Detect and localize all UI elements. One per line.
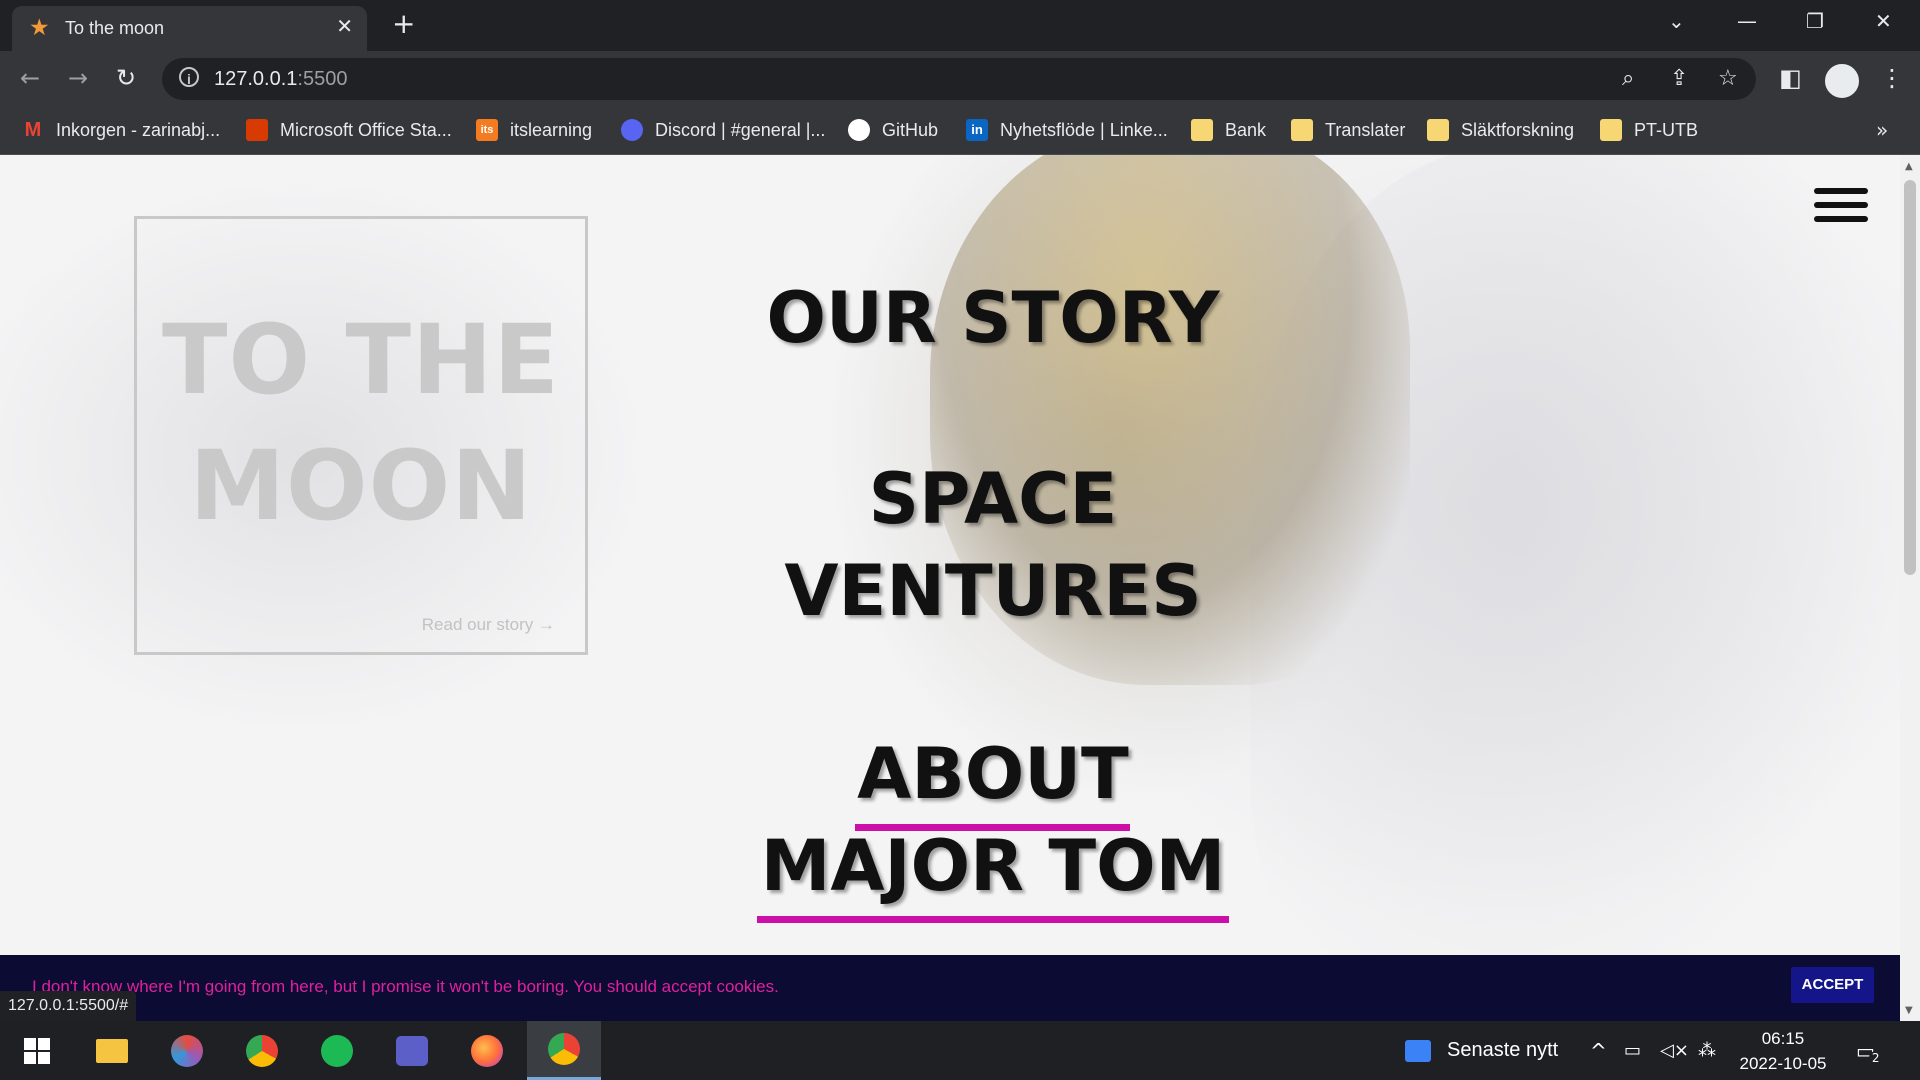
folder-icon (1191, 119, 1213, 141)
bookmark-item[interactable]: its itslearning (476, 116, 592, 144)
read-story-link[interactable]: Read our story → (422, 615, 555, 635)
chevron-up-icon[interactable]: ^ (1590, 1021, 1607, 1080)
itslearning-icon: its (476, 119, 498, 141)
taskbar-chrome[interactable] (225, 1021, 299, 1080)
scroll-down-icon[interactable]: ▼ (1905, 1005, 1913, 1016)
more-menu-icon[interactable]: ⋮ (1880, 64, 1904, 92)
nav-about-major-tom[interactable]: ABOUT MAJOR TOM (700, 728, 1286, 912)
close-window-icon[interactable]: ✕ (1875, 9, 1892, 33)
windows-logo-icon (24, 1037, 50, 1064)
minimize-icon[interactable]: — (1737, 9, 1757, 33)
news-icon (1405, 1039, 1431, 1062)
folder-icon (1291, 119, 1313, 141)
page-viewport: TO THE MOON Read our story → OUR STORY S… (0, 155, 1900, 1021)
taskbar-app[interactable] (150, 1021, 224, 1080)
status-url-tooltip: 127.0.0.1:5500/# (0, 991, 137, 1021)
forward-icon[interactable]: → (68, 64, 88, 92)
share-icon[interactable]: ⇪ (1670, 66, 1688, 91)
gmail-icon: M (24, 119, 42, 141)
tab-search-icon[interactable]: ⌄ (1668, 9, 1685, 33)
browser-tab[interactable]: ★ To the moon ✕ (12, 6, 367, 51)
github-icon (848, 119, 870, 141)
url-text[interactable]: 127.0.0.1:5500 (214, 68, 347, 91)
taskbar-teams[interactable] (375, 1021, 449, 1080)
side-panel-icon[interactable]: ◧ (1779, 64, 1802, 92)
bookmark-item[interactable]: in Nyhetsflöde | Linke... (966, 116, 1168, 144)
firefox-icon (471, 1034, 503, 1067)
browser-toolbar: ← → ↻ i 127.0.0.1:5500 ⌕ ⇪ ☆ ◧ ⋮ (0, 51, 1920, 106)
info-icon[interactable]: i (179, 67, 199, 87)
notification-center-icon[interactable]: ▭ 2 (1856, 1021, 1883, 1080)
star-favicon-icon: ★ (29, 15, 50, 41)
spotify-icon (321, 1034, 353, 1067)
taskbar-chrome-active[interactable] (527, 1021, 601, 1080)
nav-space-ventures[interactable]: SPACE VENTURES (700, 453, 1286, 637)
bookmark-star-icon[interactable]: ☆ (1718, 66, 1738, 91)
tab-strip: ★ To the moon ✕ + ⌄ — ❐ ✕ (0, 0, 1920, 51)
hamburger-menu-icon[interactable] (1814, 188, 1868, 224)
active-underline (757, 916, 1229, 923)
bookmark-folder[interactable]: Släktforskning (1427, 116, 1574, 144)
bookmark-folder[interactable]: Bank (1191, 116, 1266, 144)
cookie-message: I don't know where I'm going from here, … (32, 977, 779, 996)
bookmark-item[interactable]: Discord | #general |... (621, 116, 825, 144)
site-logo-title: TO THE MOON (162, 304, 560, 542)
close-tab-icon[interactable]: ✕ (336, 14, 353, 38)
linkedin-icon: in (966, 119, 988, 141)
chrome-icon (246, 1034, 278, 1067)
windows-taskbar: Senaste nytt ^ ▭ ◁× ⁂ 06:15 2022-10-05 ▭… (0, 1021, 1920, 1080)
reload-icon[interactable]: ↻ (116, 64, 136, 92)
tab-title: To the moon (65, 18, 165, 38)
accept-cookies-button[interactable]: ACCEPT (1791, 967, 1874, 1003)
taskbar-firefox[interactable] (450, 1021, 524, 1080)
new-tab-icon[interactable]: + (392, 9, 415, 39)
bookmark-folder[interactable]: PT-UTB (1600, 116, 1698, 144)
office-icon (246, 119, 268, 141)
profile-avatar[interactable] (1823, 62, 1861, 100)
back-icon[interactable]: ← (20, 64, 40, 92)
taskbar-spotify[interactable] (300, 1021, 374, 1080)
bookmarks-bar: M Inkorgen - zarinabj... Microsoft Office… (0, 106, 1920, 155)
page-scrollbar[interactable]: ▲ ▼ (1900, 155, 1920, 1021)
address-bar[interactable]: i 127.0.0.1:5500 ⌕ ⇪ ☆ (162, 58, 1756, 100)
start-button[interactable] (0, 1021, 74, 1080)
scrollbar-thumb[interactable] (1904, 180, 1916, 575)
more-bookmarks-icon[interactable]: » (1876, 118, 1888, 142)
bookmark-item[interactable]: Microsoft Office Sta... (246, 116, 452, 144)
restore-icon[interactable]: ❐ (1806, 9, 1824, 33)
battery-icon[interactable]: ▭ (1624, 1021, 1641, 1080)
teams-icon (396, 1035, 428, 1066)
discord-icon (621, 119, 643, 141)
cookie-banner: I don't know where I'm going from here, … (0, 955, 1900, 1021)
dropbox-icon[interactable]: ⁂ (1698, 1021, 1716, 1080)
folder-icon (1600, 119, 1622, 141)
active-underline (855, 824, 1130, 831)
news-widget[interactable]: Senaste nytt (1405, 1021, 1558, 1080)
bookmark-folder[interactable]: Translater (1291, 116, 1405, 144)
taskbar-file-explorer[interactable] (75, 1021, 149, 1080)
nav-our-story[interactable]: OUR STORY (700, 272, 1286, 364)
system-clock[interactable]: 06:15 2022-10-05 (1733, 1026, 1833, 1076)
folder-icon (96, 1038, 128, 1063)
volume-mute-icon[interactable]: ◁× (1660, 1021, 1689, 1080)
zoom-icon[interactable]: ⌕ (1622, 66, 1634, 91)
browser-app-icon (171, 1034, 203, 1067)
scroll-up-icon[interactable]: ▲ (1905, 161, 1913, 172)
bookmark-item[interactable]: M Inkorgen - zarinabj... (22, 116, 220, 144)
logo-box: TO THE MOON Read our story → (134, 216, 588, 655)
bookmark-item[interactable]: GitHub (848, 116, 938, 144)
chrome-icon (548, 1033, 580, 1065)
folder-icon (1427, 119, 1449, 141)
